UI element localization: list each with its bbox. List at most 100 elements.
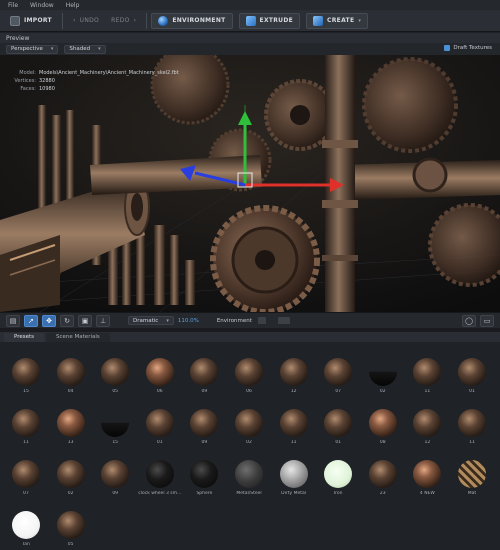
material-preset[interactable]: Iron — [314, 450, 358, 501]
layout-icon[interactable]: ▤ — [6, 314, 20, 327]
environment-button[interactable]: ENVIRONMENT — [151, 12, 233, 29]
material-preset[interactable]: 11 — [448, 399, 492, 450]
material-preset[interactable]: 07 — [314, 348, 358, 399]
material-sphere-icon — [368, 358, 397, 386]
material-preset[interactable]: 11 — [2, 399, 46, 450]
material-label: 12 — [290, 389, 297, 394]
material-sphere-icon — [101, 409, 130, 437]
material-preset[interactable]: 4 NEW — [403, 450, 447, 501]
material-preset[interactable]: 07 — [2, 450, 46, 501]
model-label: Model: — [19, 70, 36, 76]
rotate-tool-icon[interactable]: ↻ — [60, 314, 74, 327]
material-preset[interactable]: 02 — [47, 450, 91, 501]
material-label: 05 — [67, 542, 74, 547]
material-preset[interactable]: 06 — [225, 348, 269, 399]
material-label: Dirty Metal — [281, 491, 307, 496]
material-sphere-icon — [190, 358, 219, 386]
material-label: 08 — [379, 440, 386, 445]
material-preset[interactable]: 15 — [91, 399, 135, 450]
material-preset[interactable]: 04 — [47, 348, 91, 399]
tab-presets[interactable]: Presets — [4, 333, 45, 342]
material-preset[interactable]: 15 — [2, 348, 46, 399]
import-label: IMPORT — [24, 17, 52, 24]
undo-button[interactable]: ‹ UNDO — [67, 13, 105, 29]
menu-window[interactable]: Window — [30, 2, 54, 9]
material-preset[interactable]: 01 — [314, 399, 358, 450]
create-button[interactable]: CREATE ▾ — [306, 12, 369, 29]
material-preset[interactable]: 12 — [270, 348, 314, 399]
material-preset[interactable]: clock wheel 3 sm... — [136, 450, 181, 501]
material-preset[interactable]: 05 — [47, 501, 91, 550]
redo-label: REDO — [111, 17, 130, 24]
chevron-down-icon: ▾ — [166, 317, 169, 324]
menu-file[interactable]: File — [8, 2, 18, 9]
main-toolbar: IMPORT ‹ UNDO REDO › ENVIRONMENT EXTRUDE… — [0, 10, 500, 32]
draft-textures-toggle[interactable]: Draft Textures — [444, 45, 492, 51]
material-preset[interactable]: 11 — [270, 399, 314, 450]
material-preset[interactable]: 12 — [403, 399, 447, 450]
redo-button[interactable]: REDO › — [105, 13, 142, 29]
environment-toggle[interactable] — [257, 317, 266, 324]
material-preset[interactable]: 05 — [91, 348, 135, 399]
preview-title: Preview — [6, 34, 30, 42]
3d-viewport[interactable]: Model: Models\Ancient_Machinery\Ancient_M… — [0, 55, 500, 312]
material-preset[interactable]: 01 — [136, 399, 180, 450]
camera-reset-icon[interactable]: ◯ — [462, 315, 476, 327]
material-label: 4 NEW — [419, 491, 435, 496]
material-preset[interactable]: Dirty Metal — [270, 450, 314, 501]
material-preset[interactable]: 02 — [359, 348, 403, 399]
material-preset[interactable]: 11 — [403, 348, 447, 399]
viewport-toolbar-right: ◯ ▭ — [462, 315, 494, 327]
material-preset[interactable]: Tan — [2, 501, 46, 550]
material-preset[interactable]: 09 — [180, 399, 224, 450]
scale-tool-icon[interactable]: ▣ — [78, 314, 92, 327]
material-label: 11 — [290, 440, 297, 445]
material-preset[interactable]: 09 — [91, 450, 135, 501]
material-preset[interactable]: 13 — [47, 399, 91, 450]
material-preset[interactable]: 01 — [448, 348, 492, 399]
materials-tabs: Presets Scene Materials — [0, 332, 500, 342]
environment-swatch[interactable] — [277, 317, 290, 324]
material-label: 13 — [67, 440, 74, 445]
material-sphere-icon — [458, 358, 486, 386]
extrude-button[interactable]: EXTRUDE — [238, 12, 301, 29]
axis-tool-icon[interactable]: ⊥ — [96, 314, 110, 327]
menu-help[interactable]: Help — [66, 2, 80, 9]
environment-toggle-label: Environment — [216, 317, 252, 324]
material-preset[interactable]: Mat — [448, 450, 492, 501]
import-button[interactable]: IMPORT — [4, 13, 58, 29]
material-preset[interactable]: 23 — [359, 450, 403, 501]
shading-dropdown[interactable]: Shaded ▾ — [64, 44, 106, 54]
exposure-value[interactable]: 110.0% — [178, 318, 199, 324]
material-sphere-icon — [279, 460, 308, 488]
vertices-label: Vertices: — [14, 78, 36, 84]
material-preset[interactable]: Metal/Steel — [225, 450, 269, 501]
material-label: 01 — [156, 440, 163, 445]
material-label: Sphere — [196, 491, 213, 496]
material-preset[interactable]: Sphere — [180, 450, 224, 501]
checkbox-icon[interactable] — [444, 45, 451, 51]
projection-dropdown[interactable]: Perspective ▾ — [6, 44, 59, 54]
material-label: 02 — [379, 389, 386, 394]
move-tool-icon[interactable]: ✥ — [42, 314, 56, 327]
material-sphere-icon — [12, 511, 40, 539]
lighting-control: Dramatic ▾ 110.0% — [128, 316, 199, 325]
material-label: 04 — [67, 389, 74, 394]
lighting-value: Dramatic — [133, 317, 159, 324]
material-label: 09 — [112, 491, 119, 496]
material-sphere-icon — [12, 409, 40, 437]
select-tool-icon[interactable]: ➚ — [24, 314, 38, 327]
material-label: 02 — [67, 491, 74, 496]
material-sphere-icon — [279, 358, 308, 386]
lighting-dropdown[interactable]: Dramatic ▾ — [128, 316, 174, 325]
material-preset[interactable]: 08 — [359, 399, 403, 450]
tab-scene-materials[interactable]: Scene Materials — [46, 333, 110, 342]
faces-value: 10980 — [39, 86, 55, 92]
material-preset[interactable]: 02 — [225, 399, 269, 450]
screen-icon[interactable]: ▭ — [480, 315, 494, 327]
material-preset[interactable]: 06 — [136, 348, 180, 399]
material-sphere-icon — [56, 511, 85, 539]
vertices-value: 32880 — [39, 78, 55, 84]
toolbar-divider — [146, 12, 148, 29]
material-preset[interactable]: 09 — [180, 348, 224, 399]
